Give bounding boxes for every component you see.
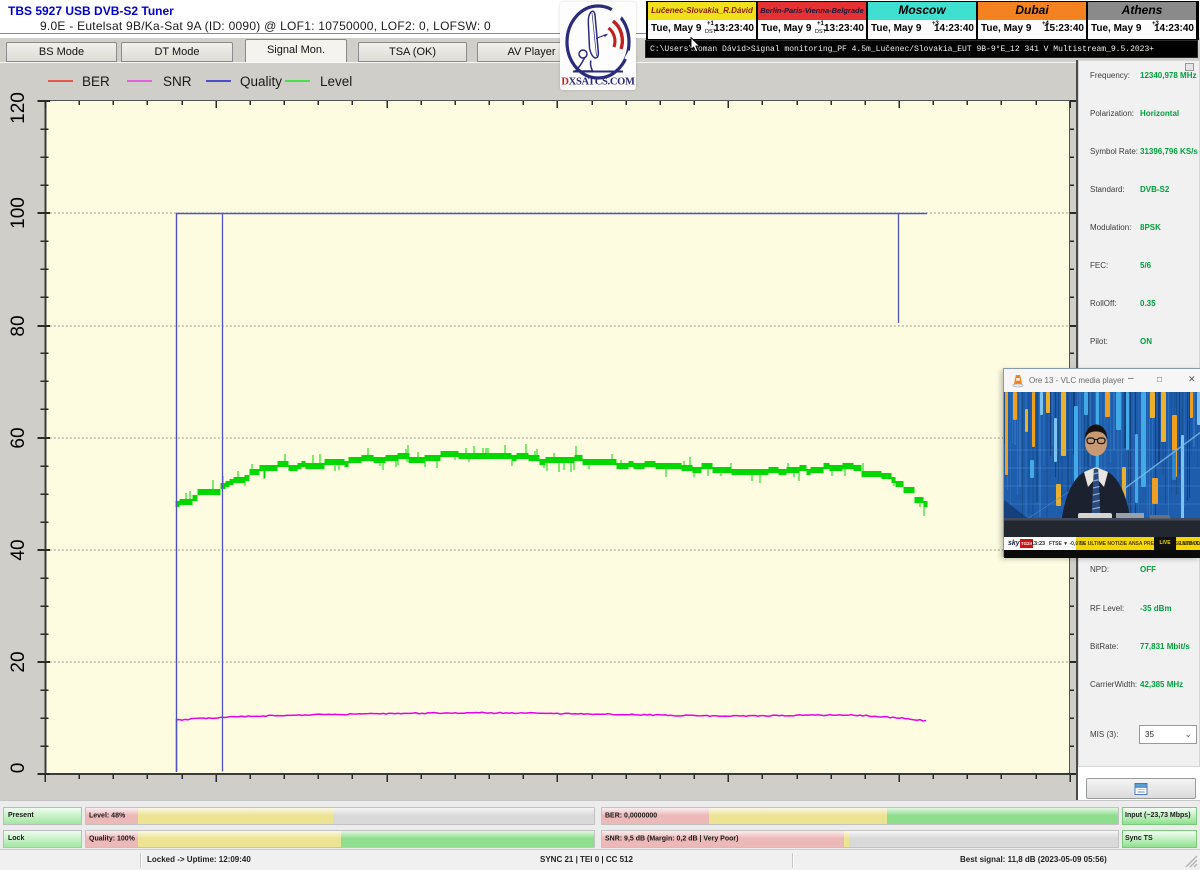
svg-text:DXSATCS.COM: DXSATCS.COM (561, 77, 635, 88)
